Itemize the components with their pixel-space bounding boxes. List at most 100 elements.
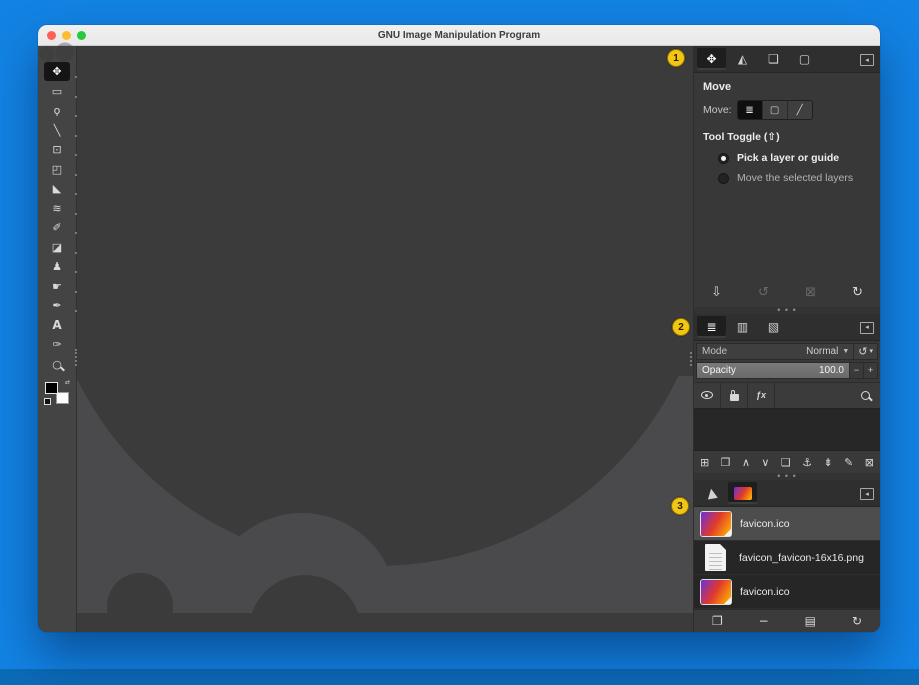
- opacity-decrease-button[interactable]: −: [849, 363, 863, 378]
- canvas-area[interactable]: [77, 46, 694, 632]
- dock-separator[interactable]: • • •: [694, 307, 880, 314]
- toolbox-tool[interactable]: ♟: [44, 257, 70, 276]
- toolbox-tool[interactable]: ○: [44, 355, 70, 374]
- tab-icon: ≣: [706, 321, 716, 333]
- gimp-window: GNU Image Manipulation Program ✥ ▭ ϙ ╲ ⊡: [38, 25, 880, 632]
- layer-actions-toolbar: ⊞ ❐ ∧ ∨ ❏ ⚓ ⇟: [694, 451, 880, 473]
- dock-tab[interactable]: ✥: [697, 48, 726, 70]
- lock-icon: [730, 394, 739, 401]
- layer-action-button[interactable]: ⊞: [700, 456, 709, 469]
- opacity-slider[interactable]: Opacity 100.0: [697, 363, 849, 378]
- toolbox-tool[interactable]: ✑: [44, 335, 70, 354]
- swap-colors-icon[interactable]: ⇄: [65, 380, 70, 386]
- toolbox-tool[interactable]: ◪: [44, 238, 70, 257]
- tool-icon: ◪: [52, 242, 62, 253]
- traffic-light-button[interactable]: [62, 31, 71, 40]
- toolbox-tool[interactable]: ✒: [44, 296, 70, 315]
- tool-toggle-label: Tool Toggle (⇧): [703, 131, 871, 143]
- tool-toggle-radio[interactable]: Move the selected layers: [718, 172, 871, 184]
- history-action-button[interactable]: ▤: [805, 614, 816, 628]
- search-layers-button[interactable]: [861, 391, 880, 400]
- layer-action-button[interactable]: ⚓: [802, 456, 812, 469]
- history-action-button[interactable]: −: [759, 614, 769, 628]
- traffic-light-button[interactable]: [77, 31, 86, 40]
- history-entry-row[interactable]: favicon.ico: [694, 575, 880, 609]
- radio-button[interactable]: [718, 173, 729, 184]
- move-target-button[interactable]: ≣: [738, 101, 763, 119]
- tool-toggle-radio[interactable]: Pick a layer or guide: [718, 152, 871, 164]
- toolbox-tool[interactable]: ≋: [44, 199, 70, 218]
- opacity-increase-button[interactable]: +: [863, 363, 877, 378]
- dock-tab[interactable]: ▲: [697, 482, 726, 504]
- default-colors-icon[interactable]: [44, 398, 51, 405]
- tool-preset-button[interactable]: ↻: [852, 284, 863, 300]
- dock-tab[interactable]: ▧: [759, 316, 788, 338]
- panel-menu-button[interactable]: ◂: [860, 488, 874, 500]
- toolbox-tool[interactable]: ϙ: [44, 101, 70, 120]
- toolbox-tool[interactable]: ▭: [44, 82, 70, 101]
- tab-icon: ✥: [706, 53, 716, 65]
- panel-menu-button[interactable]: ◂: [860, 322, 874, 334]
- toolbox-tool[interactable]: ⊡: [44, 140, 70, 159]
- toggle-visibility-button[interactable]: [694, 383, 721, 408]
- tool-preset-button[interactable]: ⇩: [711, 284, 722, 300]
- dock-tab[interactable]: ▢: [790, 48, 819, 70]
- tool-preset-toolbar: ⇩ ↺ ⊠ ↻: [703, 284, 871, 302]
- toolbox-tool[interactable]: ◣: [44, 179, 70, 198]
- move-target-button[interactable]: ╱: [788, 101, 812, 119]
- dock-tab[interactable]: ❑: [759, 48, 788, 70]
- toolbox-tool[interactable]: ☛: [44, 277, 70, 296]
- tool-icon: ≋: [52, 203, 61, 214]
- toolbox-tool[interactable]: ✥: [44, 62, 70, 81]
- lock-pixels-button[interactable]: [721, 383, 748, 408]
- dock-tab[interactable]: [728, 482, 757, 504]
- titlebar[interactable]: GNU Image Manipulation Program: [38, 25, 880, 46]
- mode-reset-button[interactable]: ↺ ▾: [853, 344, 877, 359]
- toolbox-resize-handle[interactable]: [74, 352, 78, 370]
- move-mode-label: Move:: [703, 104, 732, 116]
- panel-menu-button[interactable]: ◂: [860, 54, 874, 66]
- layers-list[interactable]: [694, 409, 880, 452]
- dock-tab[interactable]: ≣: [697, 316, 726, 338]
- layer-mode-row[interactable]: Mode Normal ▼ ↺ ▾: [696, 343, 878, 360]
- file-name: favicon_favicon-16x16.png: [739, 552, 864, 564]
- layer-action-button[interactable]: ❏: [781, 456, 791, 469]
- layer-action-button[interactable]: ✎: [844, 456, 853, 469]
- toolbox-tool[interactable]: A: [44, 316, 70, 335]
- radio-button[interactable]: [718, 153, 729, 164]
- layer-action-button[interactable]: ∧: [742, 456, 750, 469]
- dock-separator[interactable]: • • •: [694, 473, 880, 480]
- layer-action-button[interactable]: ⊠: [865, 456, 874, 469]
- layer-effects-button[interactable]: ƒx: [748, 383, 775, 408]
- tool-icon: ✐: [52, 222, 61, 233]
- tool-icon: ☛: [52, 281, 62, 292]
- tool-icon: ╲: [54, 125, 61, 136]
- tool-icon: ○: [52, 359, 62, 370]
- tool-icon: ✥: [52, 66, 61, 77]
- move-target-button[interactable]: ▢: [763, 101, 788, 119]
- tool-icon: ✒: [52, 300, 61, 311]
- toolbox-tool[interactable]: ✐: [44, 218, 70, 237]
- dock-resize-handle[interactable]: [689, 352, 693, 370]
- history-action-button[interactable]: ❐: [712, 614, 723, 628]
- tool-icon: ✑: [52, 339, 61, 350]
- layer-action-button[interactable]: ⇟: [824, 456, 833, 469]
- history-entry-row[interactable]: favicon_favicon-16x16.png: [694, 541, 880, 575]
- dock-tab[interactable]: ◭: [728, 48, 757, 70]
- layer-action-button[interactable]: ∨: [761, 456, 769, 469]
- toolbox-tool[interactable]: ╲: [44, 121, 70, 140]
- history-entry-row[interactable]: favicon.ico: [694, 507, 880, 541]
- chevron-down-icon: ▾: [869, 347, 873, 355]
- radio-label: Move the selected layers: [737, 172, 853, 184]
- layer-action-button[interactable]: ❐: [721, 456, 731, 469]
- file-name: favicon.ico: [740, 518, 790, 530]
- tool-preset-button[interactable]: ↺: [758, 284, 769, 300]
- history-action-button[interactable]: ↻: [852, 614, 862, 628]
- foreground-color-swatch[interactable]: [45, 382, 58, 394]
- tool-preset-button[interactable]: ⊠: [805, 284, 816, 300]
- mode-dropdown[interactable]: Normal ▼: [806, 346, 853, 357]
- toolbox-tool[interactable]: ◰: [44, 160, 70, 179]
- traffic-light-button[interactable]: [47, 31, 56, 40]
- dock-tab[interactable]: ▥: [728, 316, 757, 338]
- fg-bg-color-swatches[interactable]: ⇄: [45, 382, 69, 404]
